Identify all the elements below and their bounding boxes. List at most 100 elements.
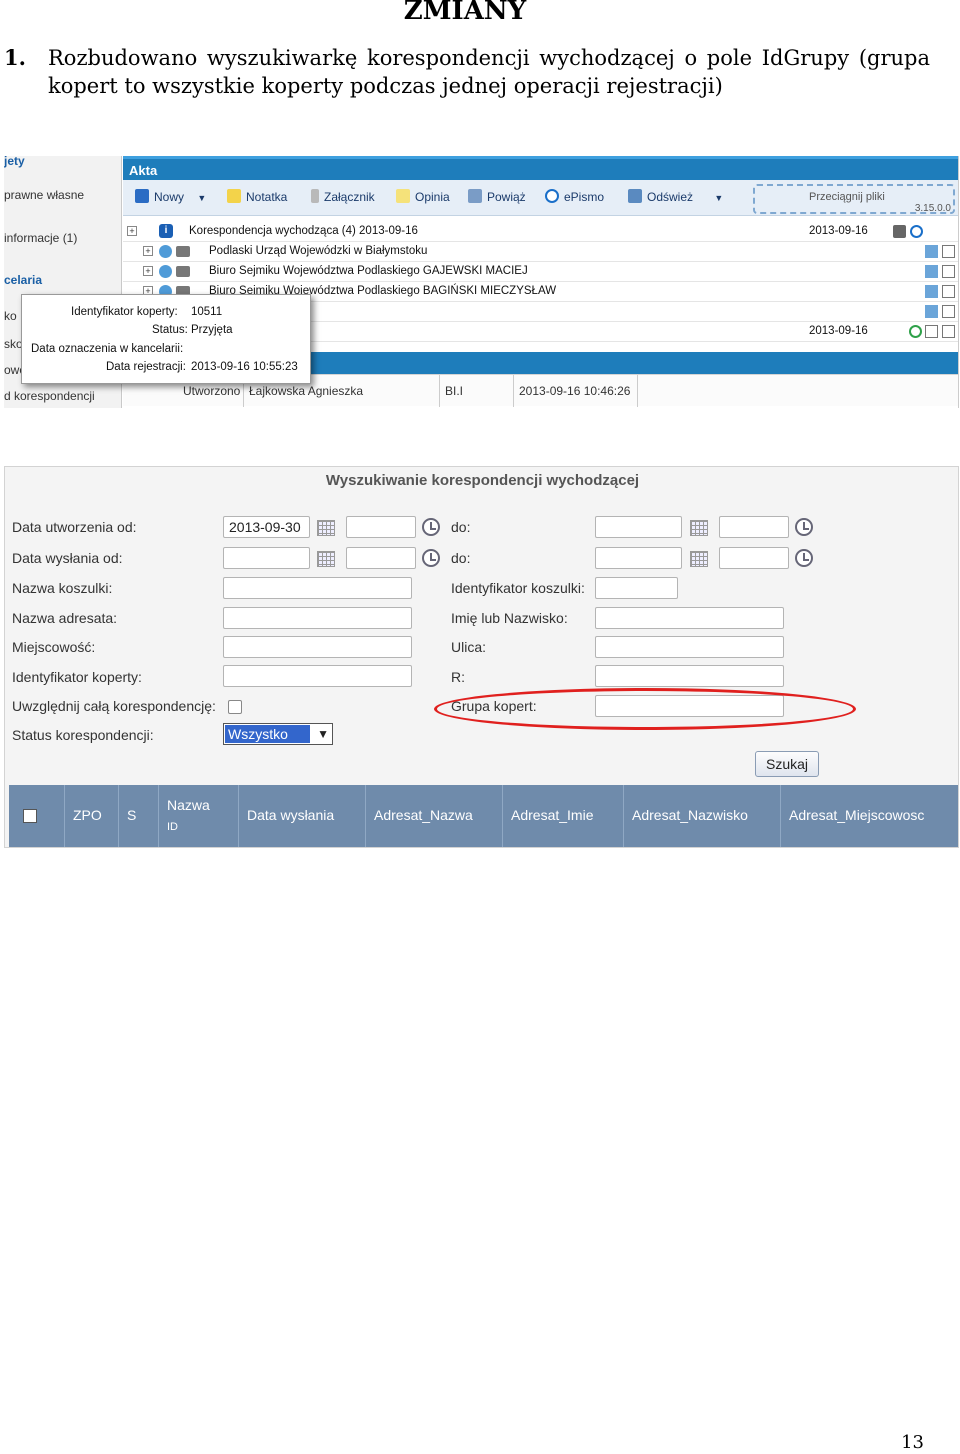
clock-icon[interactable] xyxy=(422,549,440,567)
column-header-s[interactable]: S xyxy=(119,785,159,847)
word-icon xyxy=(135,189,149,203)
dropdown-arrow-icon: ▼ xyxy=(197,193,207,203)
panel-title: Akta xyxy=(123,156,958,180)
created-from-time-input[interactable] xyxy=(346,516,416,538)
search-screenshot: Wyszukiwanie korespondencji wychodzącej … xyxy=(4,466,959,848)
image-icon[interactable] xyxy=(925,285,938,298)
created-to-time-input[interactable] xyxy=(719,516,789,538)
addressee-input[interactable] xyxy=(223,607,412,629)
calendar-icon[interactable] xyxy=(317,551,335,567)
epismo-icon[interactable] xyxy=(910,225,923,238)
clock-icon[interactable] xyxy=(795,518,813,536)
sidebar-item[interactable]: informacje (1) xyxy=(4,231,77,245)
name-input[interactable] xyxy=(595,607,784,629)
envelope-id-label: Identyfikator koperty: xyxy=(12,669,142,685)
street-input[interactable] xyxy=(595,636,784,658)
link-button[interactable]: Powiąż xyxy=(468,189,526,204)
search-button[interactable]: Szukaj xyxy=(755,751,819,777)
document-title: ZMIANY xyxy=(403,0,527,26)
trash-icon[interactable] xyxy=(942,265,955,278)
speech-bubble-icon xyxy=(396,189,410,203)
sent-to-date-input[interactable] xyxy=(595,547,682,569)
column-header-zpo[interactable]: ZPO xyxy=(65,785,119,847)
new-button[interactable]: Nowy ▼ xyxy=(135,189,206,204)
trash-icon[interactable] xyxy=(942,305,955,318)
sent-from-date-input[interactable] xyxy=(223,547,310,569)
version-label: 3.15.0.0 xyxy=(914,203,951,214)
epismo-icon xyxy=(545,189,559,203)
folder-id-label: Identyfikator koszulki: xyxy=(451,580,585,596)
street-label: Ulica: xyxy=(451,639,487,655)
file-drop-zone[interactable]: Przeciągnij pliki 3.15.0.0 xyxy=(753,184,955,214)
status-select[interactable]: Wszystko ▼ xyxy=(223,723,333,745)
note-button[interactable]: Notatka xyxy=(227,189,287,204)
paperclip-icon xyxy=(311,189,319,203)
trash-icon[interactable] xyxy=(942,325,955,338)
r-label: R: xyxy=(451,669,465,685)
include-all-checkbox[interactable] xyxy=(228,700,242,714)
envelope-tooltip: Identyfikator koperty: 10511 Status: Prz… xyxy=(21,294,311,384)
image-icon[interactable] xyxy=(925,305,938,318)
sidebar-item[interactable]: sko xyxy=(4,337,23,351)
select-all-column[interactable] xyxy=(9,785,65,847)
sidebar-item[interactable]: d korespondencji xyxy=(4,389,95,403)
sidebar-item[interactable]: prawne własne xyxy=(4,188,84,202)
printer-icon[interactable] xyxy=(176,266,190,277)
calendar-icon[interactable] xyxy=(317,520,335,536)
dropdown-arrow-icon: ▼ xyxy=(714,193,724,203)
results-grid-header: ZPO S Nazwa ID Data wysłania Adresat_Naz… xyxy=(9,785,958,847)
page-number: 13 xyxy=(901,1432,924,1453)
opinion-button[interactable]: Opinia xyxy=(396,189,450,204)
city-input[interactable] xyxy=(223,636,412,658)
column-header-addressee-city[interactable]: Adresat_Miejscowosc xyxy=(781,785,958,847)
to-label: do: xyxy=(451,550,471,566)
created-to-date-input[interactable] xyxy=(595,516,682,538)
column-header-addressee-first-name[interactable]: Adresat_Imie xyxy=(503,785,624,847)
attachment-button[interactable]: Załącznik xyxy=(311,189,375,204)
expand-icon[interactable]: + xyxy=(143,246,153,256)
column-header-sent-date[interactable]: Data wysłania xyxy=(239,785,366,847)
search-title: Wyszukiwanie korespondencji wychodzącej xyxy=(325,472,640,489)
addressee-label: Nazwa adresata: xyxy=(12,610,118,626)
refresh-icon[interactable] xyxy=(909,325,922,338)
created-from-date-input[interactable]: 2013-09-30 xyxy=(223,516,310,538)
include-all-label: Uwzględnij całą korespondencję: xyxy=(12,698,216,714)
epismo-button[interactable]: ePismo xyxy=(545,189,604,204)
calendar-icon[interactable] xyxy=(690,551,708,567)
clock-icon[interactable] xyxy=(795,549,813,567)
tree-row[interactable]: + Biuro Sejmiku Województwa Podlaskiego … xyxy=(123,262,958,282)
tree-row[interactable]: + i Korespondencja wychodząca (4) 2013-0… xyxy=(123,222,958,242)
sent-from-time-input[interactable] xyxy=(346,547,416,569)
expand-icon[interactable]: + xyxy=(127,226,137,236)
column-header-name[interactable]: Nazwa ID xyxy=(159,785,239,847)
folder-name-input[interactable] xyxy=(223,577,412,599)
refresh-button[interactable]: Odśwież ▼ xyxy=(628,189,723,204)
tree-row[interactable]: + Podlaski Urząd Wojewódzki w Białymstok… xyxy=(123,242,958,262)
trash-icon[interactable] xyxy=(942,285,955,298)
sidebar-item[interactable]: celaria xyxy=(4,273,42,287)
name-label: Imię lub Nazwisko: xyxy=(451,610,568,626)
sidebar-item[interactable]: jety xyxy=(4,156,25,168)
note-icon xyxy=(227,189,241,203)
column-header-addressee-name[interactable]: Adresat_Nazwa xyxy=(366,785,503,847)
printer-icon[interactable] xyxy=(893,225,906,238)
folder-id-input[interactable] xyxy=(595,577,678,599)
printer-icon[interactable] xyxy=(176,246,190,257)
clock-icon[interactable] xyxy=(422,518,440,536)
list-icon[interactable] xyxy=(925,325,938,338)
column-header-addressee-last-name[interactable]: Adresat_Nazwisko xyxy=(624,785,781,847)
r-input[interactable] xyxy=(595,665,784,687)
expand-icon[interactable]: + xyxy=(143,266,153,276)
trash-icon[interactable] xyxy=(942,245,955,258)
to-label: do: xyxy=(451,519,471,535)
change-item-number: 1. xyxy=(4,45,26,70)
info-icon: i xyxy=(159,224,173,238)
select-all-checkbox[interactable] xyxy=(23,809,37,823)
calendar-icon[interactable] xyxy=(690,520,708,536)
created-from-label: Data utworzenia od: xyxy=(12,519,137,535)
envelope-id-input[interactable] xyxy=(223,665,412,687)
image-icon[interactable] xyxy=(925,265,938,278)
sent-to-time-input[interactable] xyxy=(719,547,789,569)
sidebar-item[interactable]: ko xyxy=(4,309,17,323)
image-icon[interactable] xyxy=(925,245,938,258)
